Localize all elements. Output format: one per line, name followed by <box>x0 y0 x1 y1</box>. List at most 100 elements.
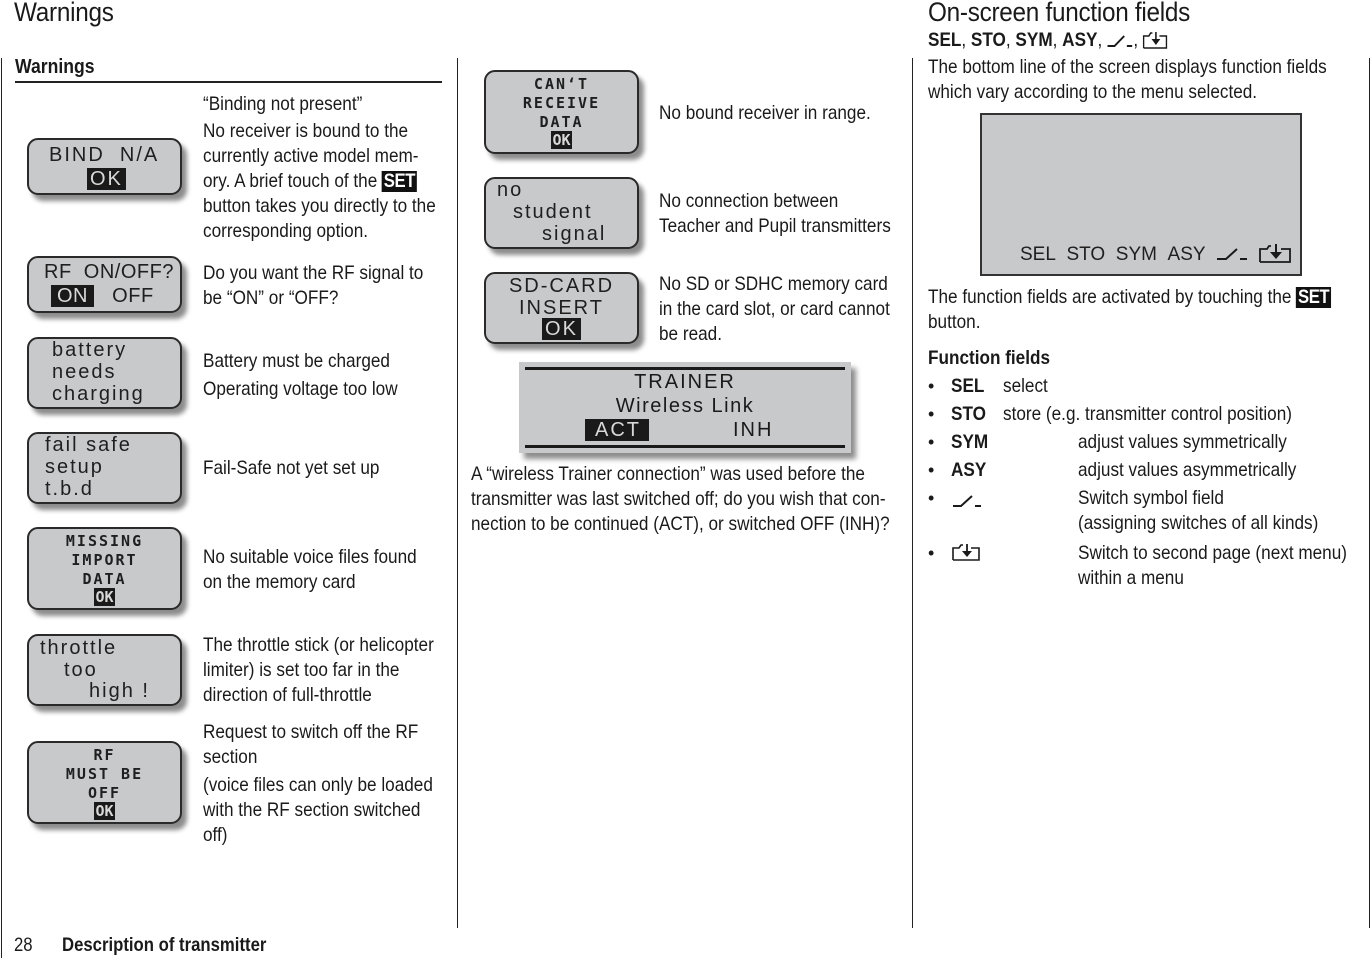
next-page-icon <box>952 544 980 561</box>
lcd-text: too <box>64 659 98 681</box>
desc-line: No receiver is bound to the <box>203 120 409 142</box>
list-item-key: ASY <box>951 459 987 481</box>
lcd-text: OFF <box>87 784 122 802</box>
ok-highlight: OK <box>94 802 115 820</box>
lcd-trainer-wireless-link: TRAINER Wireless Link ACT INH <box>519 362 851 453</box>
desc-line: be “ON” or “OFF? <box>203 287 339 309</box>
warning-description: “Binding not present” No receiver is bou… <box>203 92 436 244</box>
switch-symbol-icon[interactable] <box>1216 245 1248 261</box>
warning-description: Request to switch off the RF section (vo… <box>203 720 433 848</box>
lcd-rule <box>525 445 845 448</box>
field-sym[interactable]: SYM <box>1116 244 1157 265</box>
field-asy[interactable]: ASY <box>1168 244 1206 265</box>
desc-title: “Binding not present” <box>203 93 363 115</box>
lcd-text: DATA <box>82 570 127 588</box>
desc-line: limiter) is set too far in the <box>203 659 400 681</box>
trainer-subtitle: Wireless Link <box>615 395 755 417</box>
desc-line: The bottom line of the screen displays f… <box>928 56 1327 78</box>
switch-symbol-icon <box>953 495 981 507</box>
function-fields-intro: The bottom line of the screen displays f… <box>928 55 1327 105</box>
desc-line: which vary according to the menu selecte… <box>928 81 1258 103</box>
desc-line: Do you want the RF signal to <box>203 262 424 284</box>
lcd-cant-receive-data: CAN‘T RECEIVE DATA OK <box>484 70 639 154</box>
lcd-throttle-too-high: throttle too high ! <box>27 634 182 706</box>
desc-line: corresponding option. <box>203 220 369 242</box>
trainer-title: TRAINER <box>634 371 736 393</box>
lcd-text: setup <box>45 456 104 478</box>
lcd-text: CAN‘T <box>533 75 590 93</box>
lcd-text: signal <box>542 223 607 245</box>
list-item-desc: Switch to second page (next menu) <box>1078 542 1347 564</box>
list-item-desc: store (e.g. transmitter control position… <box>1003 403 1292 425</box>
desc-line: The throttle stick (or helicopter <box>203 634 434 656</box>
warnings-heading: Warnings <box>15 56 95 78</box>
switch-symbol-icon <box>1107 35 1133 47</box>
list-item-desc: (assigning switches of all kinds) <box>1078 512 1319 534</box>
ok-highlight: OK <box>94 588 115 606</box>
lcd-text: IMPORT <box>71 551 138 569</box>
lcd-text: needs <box>52 361 117 383</box>
desc-line: No bound receiver in range. <box>659 102 871 124</box>
list-item-desc: Switch symbol field <box>1078 487 1224 509</box>
key-sto: STO <box>970 29 1006 51</box>
lcd-text: RECEIVE <box>522 94 601 112</box>
lcd-bind-na: BIND N/A OK <box>27 138 182 195</box>
desc-line: Teacher and Pupil transmitters <box>659 215 891 237</box>
desc-line: The function fields are activated by tou… <box>928 286 1292 308</box>
off-option: OFF <box>112 285 154 307</box>
desc-line: A “wireless Trainer connection” was used… <box>471 463 865 485</box>
desc-line: transmitter was last switched off; do yo… <box>471 488 886 510</box>
list-item-desc: adjust values symmetrically <box>1078 431 1287 453</box>
key-sym: SYM <box>1015 29 1053 51</box>
function-fields-list-heading: Function fields <box>928 347 1051 369</box>
lcd-no-student-signal: no student signal <box>484 177 639 249</box>
lcd-rf-onoff: RF ON/OFF? ON OFF <box>27 256 182 313</box>
trainer-description: A “wireless Trainer connection” was used… <box>471 462 890 537</box>
desc-line: Battery must be charged <box>203 350 390 372</box>
desc-line: Operating voltage too low <box>203 378 398 400</box>
field-sel[interactable]: SEL <box>1020 244 1056 265</box>
function-fields-list: • SEL select • STO store (e.g. transmitt… <box>928 375 1347 589</box>
desc-line: on the memory card <box>203 571 356 593</box>
list-item-desc: within a menu <box>1078 567 1184 589</box>
warning-description: The throttle stick (or helicopter limite… <box>203 633 434 708</box>
page-header-right: On-screen function fields <box>928 0 1191 27</box>
heading-rule <box>15 81 442 83</box>
lcd-text: student <box>513 201 593 223</box>
next-page-icon <box>1143 32 1168 49</box>
lcd-text: battery <box>52 339 128 361</box>
list-item-key: STO <box>951 403 986 425</box>
next-page-icon[interactable] <box>1258 243 1291 263</box>
lcd-missing-import-data: MISSING IMPORT DATA OK <box>27 527 182 610</box>
warning-description: Battery must be charged Operating voltag… <box>203 347 398 403</box>
lcd-battery: battery needs charging <box>27 337 182 409</box>
list-item-desc: select <box>1003 375 1048 397</box>
key-sel: SEL <box>928 29 962 51</box>
act-option-selected: ACT <box>585 419 649 441</box>
lcd-text: MISSING <box>65 532 144 550</box>
warning-description: No SD or SDHC memory card in the card sl… <box>659 272 890 347</box>
field-sto[interactable]: STO <box>1066 244 1105 265</box>
warning-description: Fail-Safe not yet set up <box>203 456 379 481</box>
function-fields-subtitle: SEL, STO, SYM, ASY, , <box>928 29 1168 52</box>
lcd-text: t.b.d <box>45 478 94 500</box>
lcd-text: no <box>497 179 524 201</box>
desc-line: button takes you directly to the <box>203 195 436 217</box>
desc-line: button. <box>928 311 981 333</box>
desc-line: No connection between <box>659 190 839 212</box>
desc-line: ory. A brief touch of the <box>203 170 378 192</box>
desc-line: currently active model mem- <box>203 145 419 167</box>
warning-description: Do you want the RF signal to be “ON” or … <box>203 261 423 311</box>
activation-text: The function fields are activated by tou… <box>928 285 1331 335</box>
column-divider <box>1369 58 1370 928</box>
lcd-function-fields-screen: SEL STO SYM ASY <box>980 113 1302 276</box>
desc-line: Request to switch off the RF <box>203 721 419 743</box>
desc-line: nection to be continued (ACT), or switch… <box>471 513 890 535</box>
warning-description: No suitable voice files found on the mem… <box>203 545 417 595</box>
set-button-label: SET <box>1296 287 1331 308</box>
on-highlight: ON <box>51 285 94 307</box>
footer-title: Description of transmitter <box>62 935 267 956</box>
desc-line: (voice files can only be loaded <box>203 774 433 796</box>
lcd-rf-must-be-off: RF MUST BE OFF OK <box>27 741 182 824</box>
list-item-key: SEL <box>951 375 985 397</box>
